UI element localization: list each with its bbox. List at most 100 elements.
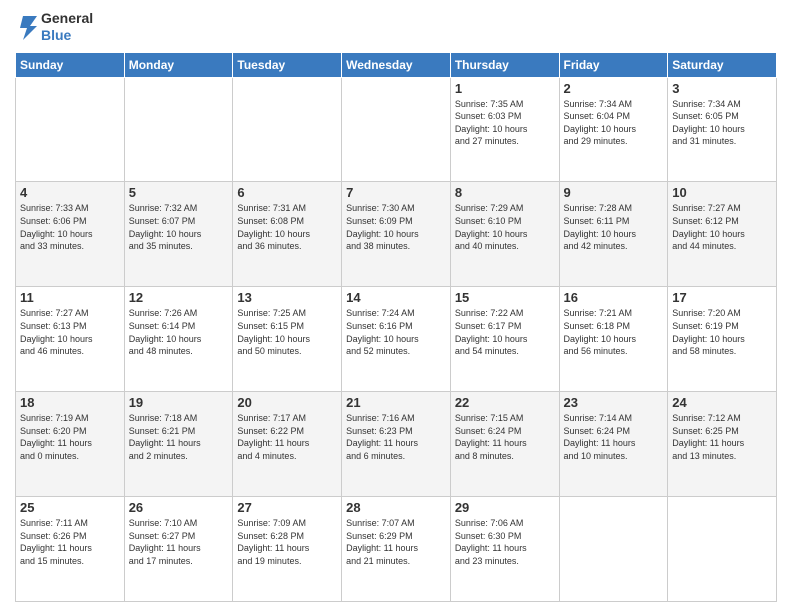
calendar-cell: 10 Sunrise: 7:27 AM Sunset: 6:12 PM Dayli… xyxy=(668,182,777,287)
day-number: 14 xyxy=(346,290,446,305)
day-number: 25 xyxy=(20,500,120,515)
calendar-cell: 8 Sunrise: 7:29 AM Sunset: 6:10 PM Daylig… xyxy=(450,182,559,287)
calendar-week-row: 11 Sunrise: 7:27 AM Sunset: 6:13 PM Dayli… xyxy=(16,287,777,392)
calendar-header-row: SundayMondayTuesdayWednesdayThursdayFrid… xyxy=(16,52,777,77)
day-info: Sunrise: 7:27 AM Sunset: 6:13 PM Dayligh… xyxy=(20,307,120,357)
day-number: 18 xyxy=(20,395,120,410)
calendar-cell: 1 Sunrise: 7:35 AM Sunset: 6:03 PM Daylig… xyxy=(450,77,559,182)
calendar-cell: 26 Sunrise: 7:10 AM Sunset: 6:27 PM Dayli… xyxy=(124,497,233,602)
calendar-cell: 27 Sunrise: 7:09 AM Sunset: 6:28 PM Dayli… xyxy=(233,497,342,602)
day-number: 16 xyxy=(564,290,664,305)
calendar-day-header: Monday xyxy=(124,52,233,77)
day-number: 26 xyxy=(129,500,229,515)
day-number: 4 xyxy=(20,185,120,200)
calendar-cell: 22 Sunrise: 7:15 AM Sunset: 6:24 PM Dayli… xyxy=(450,392,559,497)
day-number: 29 xyxy=(455,500,555,515)
day-number: 11 xyxy=(20,290,120,305)
calendar-cell: 4 Sunrise: 7:33 AM Sunset: 6:06 PM Daylig… xyxy=(16,182,125,287)
day-number: 5 xyxy=(129,185,229,200)
day-info: Sunrise: 7:09 AM Sunset: 6:28 PM Dayligh… xyxy=(237,517,337,567)
calendar-week-row: 25 Sunrise: 7:11 AM Sunset: 6:26 PM Dayli… xyxy=(16,497,777,602)
calendar-cell xyxy=(559,497,668,602)
calendar-cell xyxy=(342,77,451,182)
day-info: Sunrise: 7:33 AM Sunset: 6:06 PM Dayligh… xyxy=(20,202,120,252)
calendar-day-header: Wednesday xyxy=(342,52,451,77)
calendar-cell: 7Sunrise: 7:30 AM Sunset: 6:09 PM Daylig… xyxy=(342,182,451,287)
day-number: 1 xyxy=(455,81,555,96)
day-info: Sunrise: 7:19 AM Sunset: 6:20 PM Dayligh… xyxy=(20,412,120,462)
day-info: Sunrise: 7:21 AM Sunset: 6:18 PM Dayligh… xyxy=(564,307,664,357)
calendar-cell: 12 Sunrise: 7:26 AM Sunset: 6:14 PM Dayli… xyxy=(124,287,233,392)
calendar-cell: 15Sunrise: 7:22 AM Sunset: 6:17 PM Dayli… xyxy=(450,287,559,392)
calendar-cell: 20Sunrise: 7:17 AM Sunset: 6:22 PM Dayli… xyxy=(233,392,342,497)
day-number: 6 xyxy=(237,185,337,200)
day-info: Sunrise: 7:15 AM Sunset: 6:24 PM Dayligh… xyxy=(455,412,555,462)
day-info: Sunrise: 7:25 AM Sunset: 6:15 PM Dayligh… xyxy=(237,307,337,357)
day-info: Sunrise: 7:10 AM Sunset: 6:27 PM Dayligh… xyxy=(129,517,229,567)
day-info: Sunrise: 7:06 AM Sunset: 6:30 PM Dayligh… xyxy=(455,517,555,567)
day-number: 2 xyxy=(564,81,664,96)
logo-line2: Blue xyxy=(41,27,93,44)
calendar-cell: 13 Sunrise: 7:25 AM Sunset: 6:15 PM Dayli… xyxy=(233,287,342,392)
day-number: 24 xyxy=(672,395,772,410)
calendar-cell: 24 Sunrise: 7:12 AM Sunset: 6:25 PM Dayli… xyxy=(668,392,777,497)
calendar-day-header: Sunday xyxy=(16,52,125,77)
calendar-cell: 5 Sunrise: 7:32 AM Sunset: 6:07 PM Daylig… xyxy=(124,182,233,287)
day-number: 7 xyxy=(346,185,446,200)
logo: General Blue xyxy=(15,10,93,44)
day-info: Sunrise: 7:35 AM Sunset: 6:03 PM Dayligh… xyxy=(455,98,555,148)
calendar-cell xyxy=(16,77,125,182)
calendar-day-header: Tuesday xyxy=(233,52,342,77)
day-info: Sunrise: 7:14 AM Sunset: 6:24 PM Dayligh… xyxy=(564,412,664,462)
day-info: Sunrise: 7:07 AM Sunset: 6:29 PM Dayligh… xyxy=(346,517,446,567)
day-info: Sunrise: 7:31 AM Sunset: 6:08 PM Dayligh… xyxy=(237,202,337,252)
day-number: 12 xyxy=(129,290,229,305)
calendar-cell: 11 Sunrise: 7:27 AM Sunset: 6:13 PM Dayli… xyxy=(16,287,125,392)
day-info: Sunrise: 7:28 AM Sunset: 6:11 PM Dayligh… xyxy=(564,202,664,252)
day-info: Sunrise: 7:27 AM Sunset: 6:12 PM Dayligh… xyxy=(672,202,772,252)
calendar-cell: 18 Sunrise: 7:19 AM Sunset: 6:20 PM Dayli… xyxy=(16,392,125,497)
calendar-cell: 25 Sunrise: 7:11 AM Sunset: 6:26 PM Dayli… xyxy=(16,497,125,602)
calendar-day-header: Saturday xyxy=(668,52,777,77)
day-number: 8 xyxy=(455,185,555,200)
day-number: 22 xyxy=(455,395,555,410)
calendar-cell: 6 Sunrise: 7:31 AM Sunset: 6:08 PM Daylig… xyxy=(233,182,342,287)
header: General Blue xyxy=(15,10,777,44)
calendar-cell: 17Sunrise: 7:20 AM Sunset: 6:19 PM Dayli… xyxy=(668,287,777,392)
calendar-cell: 16 Sunrise: 7:21 AM Sunset: 6:18 PM Dayli… xyxy=(559,287,668,392)
day-number: 10 xyxy=(672,185,772,200)
calendar-cell: 9 Sunrise: 7:28 AM Sunset: 6:11 PM Daylig… xyxy=(559,182,668,287)
day-number: 28 xyxy=(346,500,446,515)
day-number: 3 xyxy=(672,81,772,96)
calendar-cell xyxy=(668,497,777,602)
logo-line1: General xyxy=(41,10,93,27)
day-info: Sunrise: 7:16 AM Sunset: 6:23 PM Dayligh… xyxy=(346,412,446,462)
calendar-cell xyxy=(124,77,233,182)
page: General Blue SundayMondayTuesdayWednesda… xyxy=(0,0,792,612)
day-info: Sunrise: 7:34 AM Sunset: 6:05 PM Dayligh… xyxy=(672,98,772,148)
day-info: Sunrise: 7:12 AM Sunset: 6:25 PM Dayligh… xyxy=(672,412,772,462)
day-number: 21 xyxy=(346,395,446,410)
day-number: 13 xyxy=(237,290,337,305)
day-info: Sunrise: 7:17 AM Sunset: 6:22 PM Dayligh… xyxy=(237,412,337,462)
calendar-week-row: 4 Sunrise: 7:33 AM Sunset: 6:06 PM Daylig… xyxy=(16,182,777,287)
day-info: Sunrise: 7:32 AM Sunset: 6:07 PM Dayligh… xyxy=(129,202,229,252)
day-info: Sunrise: 7:29 AM Sunset: 6:10 PM Dayligh… xyxy=(455,202,555,252)
day-info: Sunrise: 7:24 AM Sunset: 6:16 PM Dayligh… xyxy=(346,307,446,357)
day-number: 9 xyxy=(564,185,664,200)
calendar-cell: 3 Sunrise: 7:34 AM Sunset: 6:05 PM Daylig… xyxy=(668,77,777,182)
calendar-cell: 14 Sunrise: 7:24 AM Sunset: 6:16 PM Dayli… xyxy=(342,287,451,392)
day-info: Sunrise: 7:11 AM Sunset: 6:26 PM Dayligh… xyxy=(20,517,120,567)
day-info: Sunrise: 7:34 AM Sunset: 6:04 PM Dayligh… xyxy=(564,98,664,148)
day-info: Sunrise: 7:18 AM Sunset: 6:21 PM Dayligh… xyxy=(129,412,229,462)
calendar-cell: 21 Sunrise: 7:16 AM Sunset: 6:23 PM Dayli… xyxy=(342,392,451,497)
logo-bird-icon xyxy=(15,12,37,42)
calendar-cell: 19 Sunrise: 7:18 AM Sunset: 6:21 PM Dayli… xyxy=(124,392,233,497)
day-info: Sunrise: 7:26 AM Sunset: 6:14 PM Dayligh… xyxy=(129,307,229,357)
calendar-cell: 2 Sunrise: 7:34 AM Sunset: 6:04 PM Daylig… xyxy=(559,77,668,182)
calendar-cell: 23Sunrise: 7:14 AM Sunset: 6:24 PM Dayli… xyxy=(559,392,668,497)
day-info: Sunrise: 7:22 AM Sunset: 6:17 PM Dayligh… xyxy=(455,307,555,357)
day-number: 27 xyxy=(237,500,337,515)
day-number: 19 xyxy=(129,395,229,410)
calendar-day-header: Thursday xyxy=(450,52,559,77)
